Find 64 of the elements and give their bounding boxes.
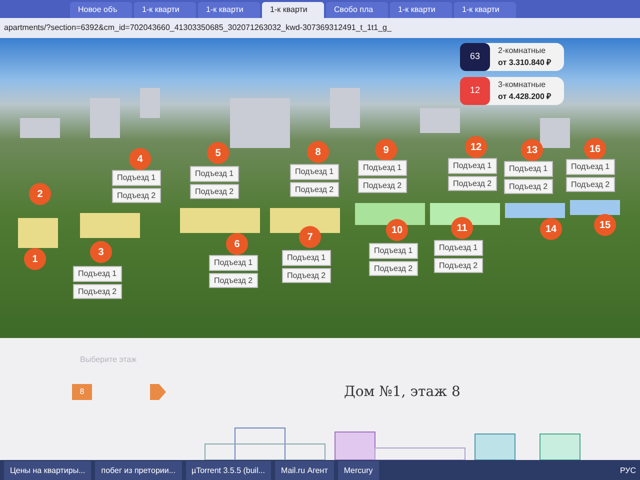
- house-marker[interactable]: 5: [207, 142, 229, 164]
- floor-picker-label: Выберите этаж: [80, 354, 138, 366]
- house-marker[interactable]: 13: [521, 139, 543, 161]
- next-arrow-icon[interactable]: [150, 384, 166, 400]
- house-marker[interactable]: 6: [226, 233, 248, 255]
- entrance-button[interactable]: Подъезд 2: [434, 258, 483, 274]
- entrance-button[interactable]: Подъезд 2: [504, 178, 553, 194]
- entrance-button[interactable]: Подъезд 1: [290, 164, 339, 180]
- house-marker[interactable]: 11: [451, 217, 473, 239]
- entrance-button[interactable]: Подъезд 1: [566, 159, 615, 175]
- entrance-button[interactable]: Подъезд 1: [504, 161, 553, 177]
- entrance-button[interactable]: Подъезд 1: [112, 170, 161, 186]
- house-marker[interactable]: 15: [594, 214, 616, 236]
- offer-price: от 3.310.840 ₽: [498, 57, 552, 69]
- entrance-button[interactable]: Подъезд 1: [282, 250, 331, 266]
- entrance-button[interactable]: Подъезд 2: [112, 188, 161, 204]
- house-marker[interactable]: 2: [29, 183, 51, 205]
- house-marker[interactable]: 7: [299, 226, 321, 248]
- entrance-button[interactable]: Подъезд 2: [358, 178, 407, 194]
- browser-tab[interactable]: Новое объ: [70, 2, 132, 18]
- entrance-button[interactable]: Подъезд 2: [566, 176, 615, 192]
- offer-title: 3-комнатные: [498, 79, 547, 91]
- offer-card[interactable]: 12 3-комнатные от 4.428.200 ₽: [460, 77, 564, 105]
- count-badge: 63: [460, 43, 490, 71]
- entrance-button[interactable]: Подъезд 2: [448, 176, 497, 192]
- taskbar-item[interactable]: µTorrent 3.5.5 (buil...: [186, 461, 272, 480]
- house-marker[interactable]: 16: [584, 138, 606, 160]
- browser-tab[interactable]: 1-к кварти: [134, 2, 196, 18]
- browser-tab[interactable]: 1-к кварти: [454, 2, 516, 18]
- offer-price: от 4.428.200 ₽: [498, 91, 552, 103]
- house-marker[interactable]: 9: [375, 139, 397, 161]
- house-marker[interactable]: 8: [307, 141, 329, 163]
- taskbar-item[interactable]: Mail.ru Агент: [275, 461, 334, 480]
- entrance-button[interactable]: Подъезд 1: [358, 160, 407, 176]
- entrance-button[interactable]: Подъезд 1: [209, 255, 258, 271]
- entrance-button[interactable]: Подъезд 2: [73, 284, 122, 300]
- offer-title: 2-комнатные: [498, 45, 547, 57]
- house-marker[interactable]: 3: [90, 241, 112, 263]
- entrance-button[interactable]: Подъезд 1: [448, 158, 497, 174]
- entrance-button[interactable]: Подъезд 2: [190, 184, 239, 200]
- house-marker[interactable]: 4: [129, 148, 151, 170]
- count-badge: 12: [460, 77, 490, 105]
- house-marker[interactable]: 14: [540, 218, 562, 240]
- entrance-button[interactable]: Подъезд 1: [434, 240, 483, 256]
- entrance-button[interactable]: Подъезд 2: [369, 260, 418, 276]
- browser-tab[interactable]: 1-к кварти: [198, 2, 260, 18]
- taskbar-item[interactable]: Mercury: [338, 461, 379, 480]
- taskbar-item[interactable]: побег из претории...: [95, 461, 182, 480]
- house-marker[interactable]: 12: [465, 136, 487, 158]
- browser-tab[interactable]: 1-к кварти: [262, 2, 324, 18]
- entrance-button[interactable]: Подъезд 1: [73, 266, 122, 282]
- entrance-button[interactable]: Подъезд 2: [282, 268, 331, 284]
- browser-tab[interactable]: 1-к кварти: [390, 2, 452, 18]
- entrance-button[interactable]: Подъезд 2: [290, 182, 339, 198]
- entrance-button[interactable]: Подъезд 1: [369, 243, 418, 259]
- entrance-button[interactable]: Подъезд 2: [209, 272, 258, 288]
- floor-heading: Дом №1, этаж 8: [344, 384, 460, 401]
- offer-card[interactable]: 63 2-комнатные от 3.310.840 ₽: [460, 43, 564, 71]
- entrance-button[interactable]: Подъезд 1: [190, 166, 239, 182]
- taskbar-item[interactable]: Цены на квартиры...: [4, 461, 92, 480]
- house-marker[interactable]: 1: [24, 248, 46, 270]
- house-marker[interactable]: 10: [386, 219, 408, 241]
- browser-tab[interactable]: Свобо пла: [326, 2, 388, 18]
- language-indicator[interactable]: РУС: [620, 465, 636, 477]
